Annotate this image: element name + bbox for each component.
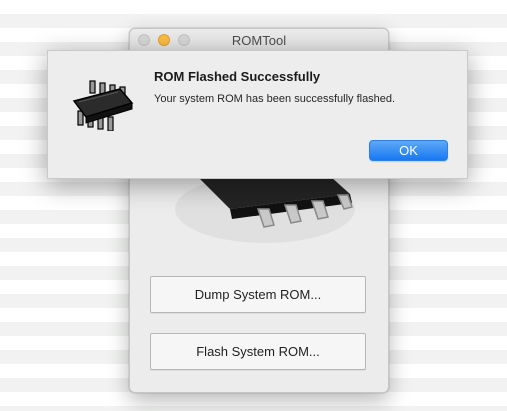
alert-message: Your system ROM has been successfully fl… bbox=[154, 93, 396, 105]
dump-system-rom-button[interactable]: Dump System ROM... bbox=[150, 276, 366, 313]
success-alert-sheet: ROM Flashed Successfully Your system ROM… bbox=[47, 50, 468, 179]
chip-icon bbox=[72, 80, 134, 131]
window-title: ROMTool bbox=[231, 33, 287, 48]
title-bar[interactable]: ROMTool bbox=[130, 29, 388, 52]
ok-button[interactable]: OK bbox=[369, 140, 448, 161]
flash-system-rom-button[interactable]: Flash System ROM... bbox=[150, 333, 366, 370]
alert-title: ROM Flashed Successfully bbox=[154, 69, 321, 84]
